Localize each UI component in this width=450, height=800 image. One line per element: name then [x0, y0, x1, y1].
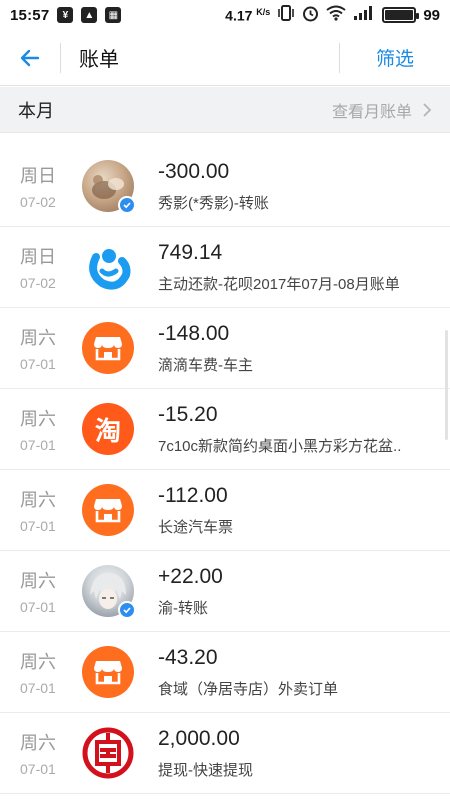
- amount: -43.20: [158, 645, 218, 669]
- shop-icon: [82, 484, 134, 536]
- amount: -300.00: [158, 159, 230, 183]
- amount: -15.20: [158, 402, 218, 426]
- back-button[interactable]: [0, 30, 60, 86]
- battery-level: 99: [423, 6, 440, 24]
- verified-badge-icon: [118, 601, 136, 619]
- date: 07-01: [20, 437, 56, 453]
- transaction-list: 周日 07-02 -300.00 秀影(*秀影)-转账 周日 07-02 749…: [0, 146, 450, 794]
- month-header: 本月 查看月账单: [0, 87, 450, 133]
- description: 主动还款-花呗2017年07月-08月账单: [158, 275, 400, 293]
- weekday: 周六: [20, 733, 56, 753]
- shop-icon: [82, 646, 134, 698]
- weekday: 周六: [20, 490, 56, 510]
- weekday: 周六: [20, 652, 56, 672]
- date: 07-01: [20, 761, 56, 777]
- app-notification-icon: ▲: [81, 7, 98, 23]
- month-label: 本月: [18, 100, 54, 121]
- alipay-notification-icon: ¥: [57, 7, 74, 23]
- chevron-right-icon: [423, 102, 432, 117]
- description: 7c10c新款简约桌面小黑方彩方花盆..: [158, 437, 402, 455]
- description: 渝-转账: [158, 599, 208, 617]
- battery-icon: [382, 7, 420, 23]
- weekday: 周六: [20, 409, 56, 429]
- status-bar: 15:57 ¥ ▲ ▦ 4.17 K/s 99: [0, 0, 450, 30]
- alarm-icon: [302, 5, 319, 26]
- weekday: 周六: [20, 571, 56, 591]
- verified-badge-icon: [118, 196, 136, 214]
- title-bar: 账单 筛选: [0, 30, 450, 86]
- description: 提现-快速提现: [158, 761, 253, 779]
- date: 07-02: [20, 194, 56, 210]
- status-time: 15:57: [10, 6, 50, 24]
- list-item[interactable]: 周六 07-01 2,000.00 提现-快速提现: [0, 713, 450, 794]
- date: 07-02: [20, 275, 56, 291]
- description: 滴滴车费-车主: [158, 356, 253, 374]
- network-speed: 4.17 K/s: [225, 6, 271, 24]
- description: 秀影(*秀影)-转账: [158, 194, 269, 212]
- wifi-icon: [326, 5, 346, 25]
- amount: 2,000.00: [158, 726, 240, 750]
- list-item[interactable]: 周日 07-02 -300.00 秀影(*秀影)-转账: [0, 146, 450, 227]
- date: 07-01: [20, 599, 56, 615]
- list-item[interactable]: 周六 07-01 淘 -15.20 7c10c新款简约桌面小黑方彩方花盆..: [0, 389, 450, 470]
- date: 07-01: [20, 518, 56, 534]
- list-item[interactable]: 周六 07-01 -112.00 长途汽车票: [0, 470, 450, 551]
- taobao-icon: 淘: [82, 403, 134, 455]
- list-item[interactable]: 周六 07-01 -43.20 食域（净居寺店）外卖订单: [0, 632, 450, 713]
- filter-button[interactable]: 筛选: [340, 44, 450, 71]
- huabei-icon: [82, 241, 134, 293]
- monthly-bill-link[interactable]: 查看月账单: [332, 98, 432, 122]
- date: 07-01: [20, 680, 56, 696]
- amount: -112.00: [158, 483, 228, 507]
- weekday: 周六: [20, 328, 56, 348]
- shop-icon: [82, 322, 134, 374]
- amount: 749.14: [158, 240, 223, 264]
- monthly-bill-link-label: 查看月账单: [331, 103, 412, 121]
- date: 07-01: [20, 356, 56, 372]
- amount: -148.00: [158, 321, 230, 345]
- amount: +22.00: [158, 564, 223, 588]
- list-item[interactable]: 周六 07-01 +22.00 渝-转账: [0, 551, 450, 632]
- scrollbar[interactable]: [445, 330, 448, 440]
- image-notification-icon: ▦: [105, 7, 122, 23]
- signal-icon: [353, 5, 375, 25]
- description: 长途汽车票: [158, 518, 234, 536]
- weekday: 周日: [20, 247, 56, 267]
- page-title: 账单: [79, 49, 119, 71]
- back-arrow-icon: [20, 49, 40, 66]
- vibrate-icon: [277, 5, 295, 25]
- list-item[interactable]: 周日 07-02 749.14 主动还款-花呗2017年07月-08月账单: [0, 227, 450, 308]
- icbc-icon: [82, 727, 134, 779]
- list-item[interactable]: 周六 07-01 -148.00 滴滴车费-车主: [0, 308, 450, 389]
- description: 食域（净居寺店）外卖订单: [158, 680, 339, 698]
- weekday: 周日: [20, 166, 56, 186]
- title-divider: [60, 42, 61, 73]
